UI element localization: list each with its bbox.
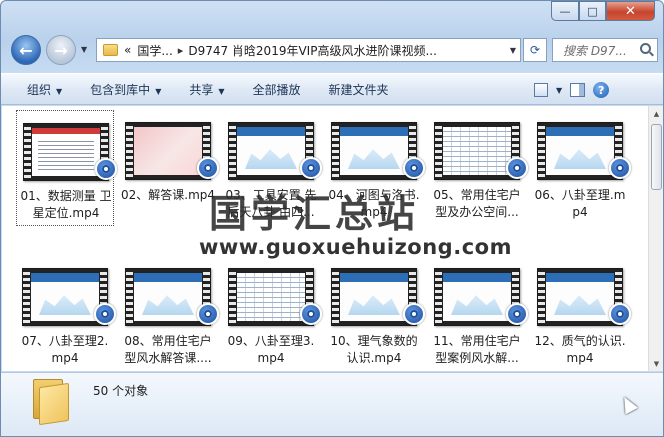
file-item[interactable]: 11、常用住宅户型案例风水解... bbox=[428, 256, 528, 371]
folder-icon bbox=[103, 44, 118, 56]
scroll-thumb[interactable] bbox=[651, 124, 662, 190]
file-item[interactable]: 09、八卦至理3.mp4 bbox=[222, 256, 322, 371]
organize-label: 组织 bbox=[27, 82, 52, 97]
breadcrumb-segment-1[interactable]: 国学... bbox=[137, 42, 172, 59]
media-player-icon bbox=[300, 303, 322, 325]
address-overflow[interactable]: « bbox=[124, 43, 131, 57]
file-name: 01、数据测量 卫星定位.mp4 bbox=[20, 189, 112, 220]
title-bar: — □ ✕ bbox=[1, 1, 663, 31]
preview-pane-icon[interactable] bbox=[570, 83, 586, 97]
file-item[interactable]: 05、常用住宅户型及办公空间... bbox=[428, 110, 528, 226]
view-controls: ▼ ? bbox=[534, 82, 610, 98]
watermark-url: www.guoxuehuizong.com bbox=[199, 235, 512, 259]
maximize-button[interactable]: □ bbox=[579, 1, 606, 21]
include-library-label: 包含到库中 bbox=[90, 82, 151, 97]
media-player-icon bbox=[300, 157, 322, 179]
scroll-up-arrow[interactable]: ▲ bbox=[649, 106, 663, 121]
file-item[interactable]: 12、质气的认识.mp4 bbox=[531, 256, 631, 371]
media-player-icon bbox=[197, 303, 219, 325]
file-name: 06、八卦至理.mp4 bbox=[534, 188, 626, 219]
file-name: 10、理气象数的认识.mp4 bbox=[330, 334, 418, 365]
search-input[interactable]: 搜索 D97... bbox=[563, 42, 627, 59]
explorer-window: — □ ✕ ← → ▼ « 国学... ▸ D9747 肖晗2019年VIP高级… bbox=[0, 0, 664, 437]
media-player-icon bbox=[403, 303, 425, 325]
refresh-button[interactable]: ⟳ bbox=[523, 38, 547, 62]
address-bar[interactable]: « 国学... ▸ D9747 肖晗2019年VIP高级风水进阶课视频... ▼ bbox=[96, 38, 521, 62]
breadcrumb-separator[interactable]: ▸ bbox=[178, 44, 184, 57]
breadcrumb-segment-2[interactable]: D9747 肖晗2019年VIP高级风水进阶课视频... bbox=[188, 42, 437, 59]
minimize-button[interactable]: — bbox=[551, 1, 579, 21]
recent-pages-dropdown[interactable]: ▼ bbox=[81, 45, 87, 54]
file-item[interactable]: 10、理气象数的认识.mp4 bbox=[325, 256, 425, 371]
details-pane: 50 个对象 bbox=[1, 372, 663, 436]
file-name: 02、解答课.mp4 bbox=[120, 188, 216, 202]
new-folder-button[interactable]: 新建文件夹 bbox=[315, 81, 403, 98]
file-name: 08、常用住宅户型风水解答课.... bbox=[124, 334, 212, 365]
search-box[interactable]: 搜索 D97... bbox=[552, 38, 658, 62]
media-player-icon bbox=[403, 157, 425, 179]
file-item[interactable]: 07、八卦至理2.mp4 bbox=[16, 256, 116, 371]
file-item[interactable]: 06、八卦至理.mp4 bbox=[531, 110, 631, 226]
play-all-button[interactable]: 全部播放 bbox=[239, 81, 315, 98]
navigation-bar: ← → ▼ « 国学... ▸ D9747 肖晗2019年VIP高级风水进阶课视… bbox=[1, 33, 663, 67]
file-name: 11、常用住宅户型案例风水解... bbox=[433, 334, 521, 365]
media-player-icon bbox=[506, 303, 528, 325]
share-button[interactable]: 共享 ▼ bbox=[175, 81, 238, 98]
media-player-icon bbox=[506, 157, 528, 179]
organize-button[interactable]: 组织 ▼ bbox=[1, 81, 76, 98]
file-item[interactable]: 01、数据测量 卫星定位.mp4 bbox=[16, 110, 117, 226]
vertical-scrollbar[interactable]: ▲ ▼ bbox=[648, 106, 663, 371]
media-player-icon bbox=[95, 158, 117, 180]
include-in-library-button[interactable]: 包含到库中 ▼ bbox=[76, 81, 175, 98]
media-player-icon bbox=[609, 157, 631, 179]
share-label: 共享 bbox=[189, 82, 214, 97]
scroll-down-arrow[interactable]: ▼ bbox=[649, 356, 663, 371]
back-button[interactable]: ← bbox=[11, 35, 41, 65]
forward-button[interactable]: → bbox=[46, 35, 76, 65]
watermark-text: 国学汇总站 bbox=[209, 191, 420, 236]
file-name: 09、八卦至理3.mp4 bbox=[227, 334, 315, 365]
media-player-icon bbox=[609, 303, 631, 325]
refresh-icon: ⟳ bbox=[529, 43, 541, 57]
folder-icon-large bbox=[33, 379, 71, 426]
search-icon bbox=[640, 43, 651, 54]
command-bar: 组织 ▼ 包含到库中 ▼ 共享 ▼ 全部播放 新建文件夹 ▼ ? bbox=[1, 73, 663, 105]
file-name: 05、常用住宅户型及办公空间... bbox=[433, 188, 521, 219]
file-name: 07、八卦至理2.mp4 bbox=[21, 334, 109, 365]
file-name: 12、质气的认识.mp4 bbox=[534, 334, 626, 365]
file-item[interactable]: 08、常用住宅户型风水解答课.... bbox=[119, 256, 219, 371]
close-button[interactable]: ✕ bbox=[606, 1, 655, 21]
address-dropdown[interactable]: ▼ bbox=[510, 46, 516, 55]
help-icon[interactable]: ? bbox=[593, 82, 610, 98]
media-player-icon bbox=[197, 157, 219, 179]
file-item[interactable]: 02、解答课.mp4 bbox=[119, 110, 219, 226]
arrow-left-icon: ← bbox=[19, 40, 33, 60]
arrow-right-icon: → bbox=[54, 40, 68, 60]
media-player-icon bbox=[94, 303, 116, 325]
view-dropdown[interactable]: ▼ bbox=[556, 86, 562, 95]
change-view-icon[interactable] bbox=[534, 83, 548, 97]
item-count: 50 个对象 bbox=[93, 384, 149, 398]
